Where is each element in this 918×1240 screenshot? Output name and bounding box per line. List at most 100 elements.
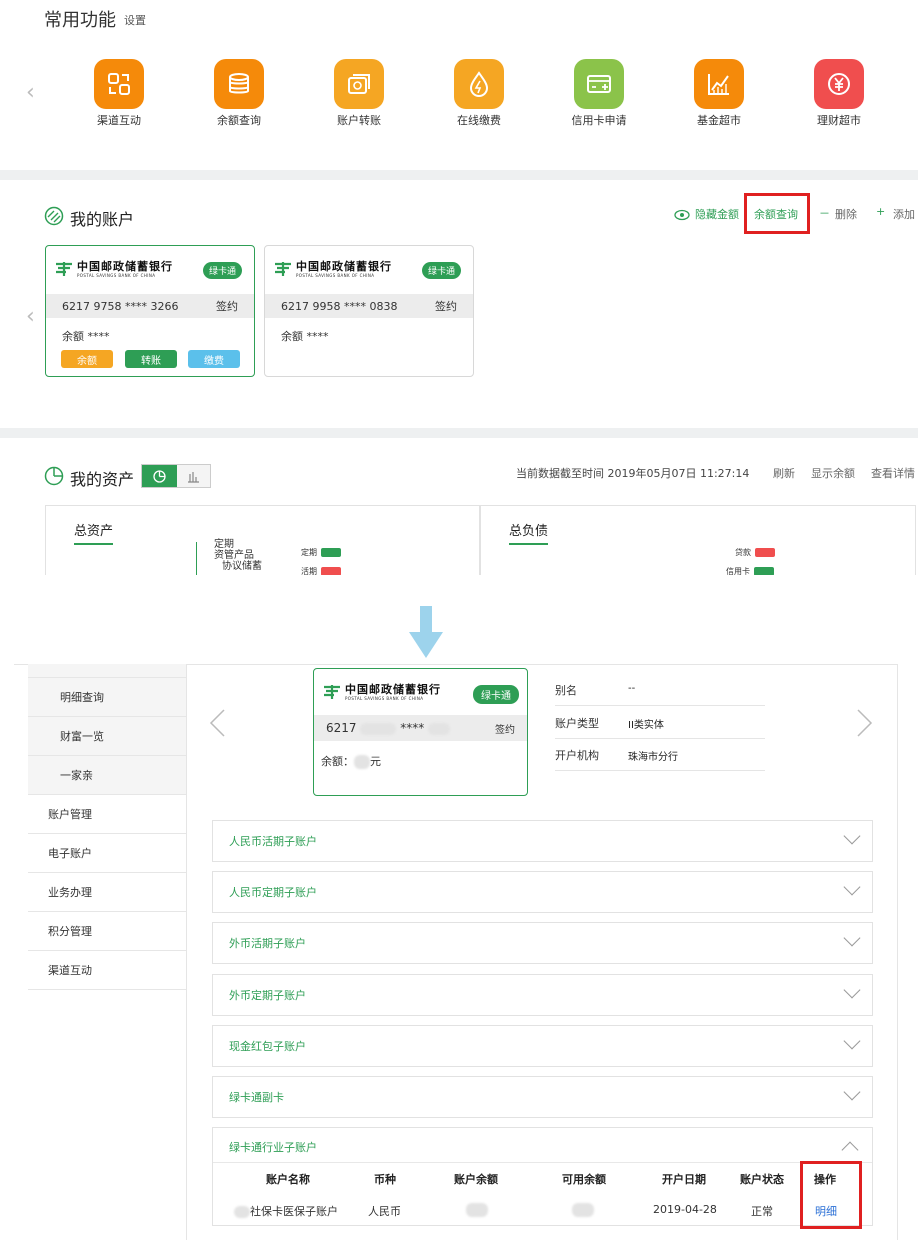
payment-drop-icon[interactable] [454,59,504,109]
sidebar-item-business[interactable]: 业务办理 [28,873,186,912]
quick-function-item[interactable]: 理财超市 [789,59,889,128]
card-balance: 余额 **** [281,330,329,343]
sub-account-row[interactable]: 外币定期子账户 [212,974,873,1016]
quick-function-item[interactable]: 基金超市 [669,59,769,128]
sub-account-label: 现金红包子账户 [229,1040,306,1053]
sub-account-label: 外币活期子账户 [229,937,306,950]
balance-hidden [466,1203,488,1220]
postal-logo-icon [324,685,340,699]
account-status: 正常 [751,1205,773,1218]
pay-button[interactable]: 缴费 [188,350,240,368]
chevron-down-icon[interactable] [843,827,861,845]
sub-account-row[interactable]: 人民币活期子账户 [212,820,873,862]
detail-prev-icon[interactable] [208,708,226,742]
pie-icon [153,469,166,483]
sidebar-item-channel[interactable]: 渠道互动 [28,951,186,990]
sidebar-item-points[interactable]: 积分管理 [28,912,186,951]
pie-view-button[interactable] [142,465,177,487]
legend-item: 定期 [301,547,341,558]
card-number-prefix: 6217 [326,721,357,735]
sidebar: 明细查询 财富一览 一家亲 账户管理 电子账户 业务办理 积分管理 渠道互动 [28,664,187,1240]
add-link[interactable]: 添加 [893,206,915,222]
col-available: 可用余额 [562,1173,606,1186]
sub-account-row[interactable]: 现金红包子账户 [212,1025,873,1067]
sidebar-item-wealth-overview[interactable]: 财富一览 [28,717,186,756]
chevron-down-icon[interactable] [843,929,861,947]
delete-link[interactable]: 删除 [835,206,857,222]
minus-icon: － [819,207,830,220]
show-balance-link[interactable]: 显示余额 [811,465,855,481]
info-label: 开户机构 [555,749,599,762]
table-row: 社保卡医保子账户 [234,1203,338,1219]
bar-view-button[interactable] [176,465,210,487]
hide-amount-link[interactable]: 隐藏金额 [695,206,739,222]
col-balance: 账户余额 [454,1173,498,1186]
quick-function-item[interactable]: 余额查询 [189,59,289,128]
detail-account-card[interactable]: 中国邮政储蓄银行 POSTAL SAVINGS BANK OF CHINA 绿卡… [313,668,528,796]
transfer-icon[interactable] [334,59,384,109]
quick-function-item[interactable]: 渠道互动 [69,59,169,128]
card-number-mask: **** [400,721,425,735]
chevron-down-icon[interactable] [843,878,861,896]
sidebar-item-detail-query[interactable]: 明细查询 [28,678,186,717]
card-number-row: 6217 **** 签约 [314,715,527,741]
sub-account-row[interactable]: 绿卡通副卡 [212,1076,873,1118]
quick-function-item[interactable]: 账户转账 [309,59,409,128]
detail-next-icon[interactable] [856,708,874,742]
available-hidden [572,1203,594,1220]
data-timestamp: 当前数据截至时间 2019年05月07日 11:27:14 [516,467,750,480]
info-value: 珠海市分行 [628,752,678,763]
card-balance: 余额 **** [62,330,110,343]
chevron-down-icon[interactable] [843,981,861,999]
sub-account-row[interactable]: 人民币定期子账户 [212,871,873,913]
col-currency: 币种 [374,1173,396,1186]
section-divider [0,170,918,180]
postal-logo-icon [56,262,72,276]
info-value: II类实体 [628,720,664,731]
asset-tree: 定期 资管产品 协议储蓄 [214,539,262,572]
my-accounts-title: 我的账户 [70,210,135,229]
sub-account-label: 人民币活期子账户 [229,835,317,848]
bank-logo: 中国邮政储蓄银行 POSTAL SAVINGS BANK OF CHINA [322,683,441,701]
channel-interaction-icon[interactable] [94,59,144,109]
card-badge: 绿卡通 [421,262,461,279]
bar-chart-icon [187,471,199,483]
total-assets-title: 总资产 [74,520,114,545]
sidebar-item-family[interactable]: 一家亲 [28,756,186,795]
card-number: 6217 9758 **** 3266 [62,299,179,313]
chevron-up-icon[interactable] [841,1141,859,1159]
balance-button[interactable]: 余额 [61,350,113,368]
yuan-coin-icon[interactable] [814,59,864,109]
credit-card-icon[interactable] [574,59,624,109]
industry-sub-account-title[interactable]: 绿卡通行业子账户 [229,1139,317,1155]
card-number-row: 6217 9958 **** 0838 签约 [265,294,473,318]
total-assets-panel: 总资产 定期 资管产品 协议储蓄 定期 活期 [45,505,480,575]
settings-link[interactable]: 设置 [124,12,146,28]
account-card[interactable]: 中国邮政储蓄银行 POSTAL SAVINGS BANK OF CHINA 绿卡… [264,245,474,377]
transfer-button[interactable]: 转账 [125,350,177,368]
chevron-down-icon[interactable] [843,1083,861,1101]
account-card[interactable]: 中国邮政储蓄银行 POSTAL SAVINGS BANK OF CHINA 绿卡… [45,245,255,377]
info-value: -- [628,683,636,694]
highlight-box-action [800,1161,862,1229]
balance-coins-icon[interactable] [214,59,264,109]
quick-function-label: 理财超市 [817,114,861,127]
sidebar-item-account-management[interactable]: 账户管理 [28,795,186,834]
pie-chart-icon [44,466,64,490]
quick-function-label: 渠道互动 [97,114,141,127]
sidebar-item-e-account[interactable]: 电子账户 [28,834,186,873]
fund-chart-icon[interactable] [694,59,744,109]
legend-item: 信用卡 [726,566,774,575]
cards-prev-icon[interactable]: ‹ [26,304,35,329]
quick-function-item[interactable]: 信用卡申请 [549,59,649,128]
carousel-prev-icon[interactable]: ‹ [26,80,35,105]
chevron-down-icon[interactable] [843,1032,861,1050]
view-detail-link[interactable]: 查看详情 [871,465,915,481]
eye-icon [674,206,690,225]
info-label: 账户类型 [555,717,599,730]
total-liabilities-title: 总负债 [509,520,549,545]
sub-account-row[interactable]: 外币活期子账户 [212,922,873,964]
highlight-box-query [744,193,810,234]
refresh-link[interactable]: 刷新 [773,465,795,481]
quick-function-item[interactable]: 在线缴费 [429,59,529,128]
